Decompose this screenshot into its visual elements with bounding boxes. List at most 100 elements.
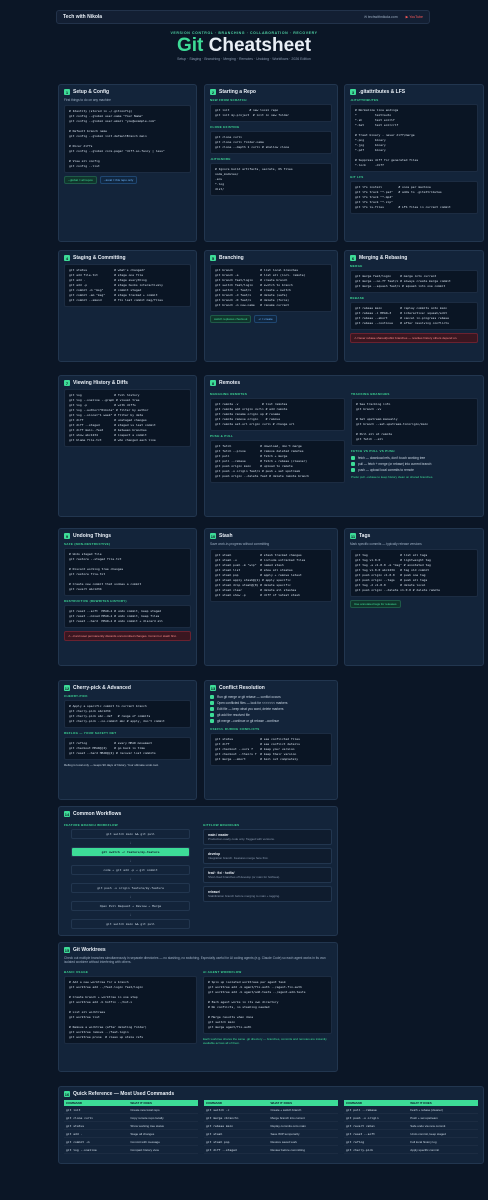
table-row: git add . Stage all changes [64, 1129, 198, 1138]
card-conflicts: 13 Conflict Resolution Run git merge or g… [204, 680, 338, 800]
step-item: git merge --continue or git rebase --con… [210, 718, 332, 724]
arrow-down-icon: ↓ [129, 840, 132, 845]
section-label: CHERRY-PICK [64, 694, 88, 698]
table-row: git init Create new local repo [64, 1106, 198, 1114]
card-number: 6 [350, 255, 356, 261]
branch-item: develop Integration branch. Features merg… [202, 848, 332, 864]
section-label: REBASE [350, 296, 365, 300]
section-label: NEW FROM SCRATCH [210, 98, 247, 102]
code-block: git init # new local repo git init my-pr… [210, 104, 332, 122]
table-row: git log --oneline Compact history view [64, 1145, 198, 1154]
section-label: MANAGING REMOTES [210, 392, 248, 396]
card-desc: Save work-in-progress without committing [210, 542, 270, 546]
section-label: PUSH & PULL [210, 434, 234, 438]
ref-table-1: COMMAND WHAT IT DOES git init Create new l… [64, 1100, 198, 1154]
card-cherry-pick: 12 Cherry-pick & Advanced CHERRY-PICK # A… [58, 680, 197, 800]
tag: --global = all repos [64, 176, 97, 184]
card-merging: 6 Merging & Rebasing MERGE git merge feat… [344, 250, 484, 362]
card-title: Tags [359, 533, 371, 539]
card-worktrees: 15 Git Worktrees Check out multiple branc… [58, 942, 338, 1072]
section-label: CLONE EXISTING [210, 125, 240, 129]
card-number: 9 [64, 533, 70, 539]
card-history: 7 Viewing History & Diffs git log # full … [58, 375, 197, 517]
card-undoing: 9 Undoing Things SAFE (NON-DESTRUCTIVE) #… [58, 528, 197, 666]
section-label: GIT LFS [350, 175, 364, 179]
code-block: git status # what's changed? git add fil… [64, 264, 191, 307]
card-title: Undoing Things [73, 533, 112, 539]
card-number: 1 [64, 89, 70, 95]
code-block: # Apply a specific commit to current bra… [64, 700, 191, 728]
card-title: Setup & Config [73, 89, 110, 95]
section-label: BASIC USAGE [64, 970, 89, 974]
table-row: git rebase main Replay commits onto main [204, 1121, 338, 1130]
card-number: 3 [350, 89, 356, 95]
table-row: git pull --rebase Fetch + rebase (cleaner… [344, 1106, 478, 1114]
card-title: Stash [219, 533, 233, 539]
table-row: git diff --staged Review before committin… [204, 1145, 338, 1154]
email-link[interactable]: ✉ techwithnikola.com [364, 15, 397, 19]
code-block: git stash # stash tracked changes git st… [210, 549, 332, 602]
card-stash: 10 Stash Save work-in-progress without co… [204, 528, 338, 666]
card-number: 10 [210, 533, 216, 539]
card-branching: 5 Branching git branch # list local branc… [204, 250, 338, 362]
card-title: Merging & Rebasing [359, 255, 408, 261]
section-label: GITFLOW BRANCHES [202, 823, 240, 827]
code-block: # Normalize line endings * text=auto *.s… [350, 104, 478, 172]
code-block: # See tracking info git branch -vv # Set… [350, 398, 478, 446]
tag: switch replaces checkout [210, 315, 252, 323]
hero-tagline: Setup · Staging · Branching · Merging · … [177, 57, 311, 61]
code-block: git remote -v # list remotes git remote … [210, 398, 345, 431]
table-row: git push -u origin Push + set upstream [344, 1113, 478, 1122]
code-block: git reflog # every HEAD movement git che… [64, 737, 191, 760]
table-row: git stash pop Restore saved work [204, 1137, 338, 1146]
code-block: git branch # list local branches git bra… [210, 264, 332, 312]
top-bar: Tech with Nikola ✉ techwithnikola.com ▶ … [56, 10, 430, 24]
section-label: FETCH VS PULL VS PUSH [350, 449, 395, 453]
youtube-link[interactable]: ▶ YouTube [406, 15, 423, 19]
table-row: git clone <url> Copy remote repo locally [64, 1113, 198, 1122]
card-title: Starting a Repo [219, 89, 256, 95]
tag: Use annotated tags for releases [350, 600, 401, 608]
card-title: Quick Reference — Most Used Commands [73, 1091, 175, 1097]
card-title: Viewing History & Diffs [73, 380, 128, 386]
section-label: AI AGENT WORKFLOW [202, 970, 242, 974]
table-row: git reset --soft Undo commit, keep staged [344, 1129, 478, 1138]
code-block: # Ignore build artifacts, secrets, OS fi… [210, 163, 332, 196]
tag: -c = create [254, 315, 277, 323]
card-desc: Check out multiple branches simultaneous… [64, 956, 326, 964]
warning-box: ⚠ Never rebase shared/public branches — … [350, 333, 478, 343]
note-text: Each worktree shares the same .git direc… [202, 1037, 327, 1045]
table-row: git status Show working tree status [64, 1121, 198, 1130]
code-block: git merge feat/login # merge into curren… [350, 270, 478, 293]
arrow-down-icon: ↓ [129, 894, 132, 899]
card-remotes: 8 Remotes MANAGING REMOTES git remote -v … [204, 375, 484, 517]
table-row: git cherry-pick Apply specific commit [344, 1145, 478, 1154]
section-label: .GITATTRIBUTES [350, 98, 379, 102]
card-title: Git Worktrees [73, 947, 106, 953]
branch-item: release/Stabilization branch before merg… [202, 886, 332, 902]
card-number: 14 [64, 811, 70, 817]
code-block: # Undo staged file git restore --staged … [64, 548, 191, 596]
card-title: Common Workflows [73, 811, 122, 817]
warning-box: ⚠ --hard reset permanently discards unco… [64, 631, 191, 641]
card-title: Remotes [219, 380, 241, 386]
card-number: 12 [64, 685, 70, 691]
card-quick-reference: 16 Quick Reference — Most Used Commands C… [58, 1086, 484, 1164]
section-label: REFLOG — YOUR SAFETY NET [64, 731, 117, 735]
card-tags: 11 Tags Mark specific commits — typically… [344, 528, 484, 666]
flow-step: git push -u origin feature/my-feature [70, 883, 191, 893]
section-label: MERGE [350, 264, 363, 268]
tag: --local = this repo only [99, 176, 138, 184]
list-item: push — upload local commits to remote [350, 467, 478, 473]
code-block: # Add a new worktree for a branch git wo… [64, 976, 197, 1044]
flow-step: code → git add -p → git commit [70, 865, 191, 875]
code-block: # Spin up isolated worktrees per agent t… [202, 976, 332, 1034]
code-block: git status # see conflicted files git di… [210, 733, 332, 766]
card-title: Staging & Committing [73, 255, 126, 261]
section-label: FEATURE BRANCH WORKFLOW [64, 823, 118, 827]
table-row: git merge <branch> Merge branch into curr… [204, 1113, 338, 1122]
section-label: .GITIGNORE [210, 157, 231, 161]
card-number: 7 [64, 380, 70, 386]
card-number: 8 [210, 380, 216, 386]
table-row: git reflog Full local history log [344, 1137, 478, 1146]
